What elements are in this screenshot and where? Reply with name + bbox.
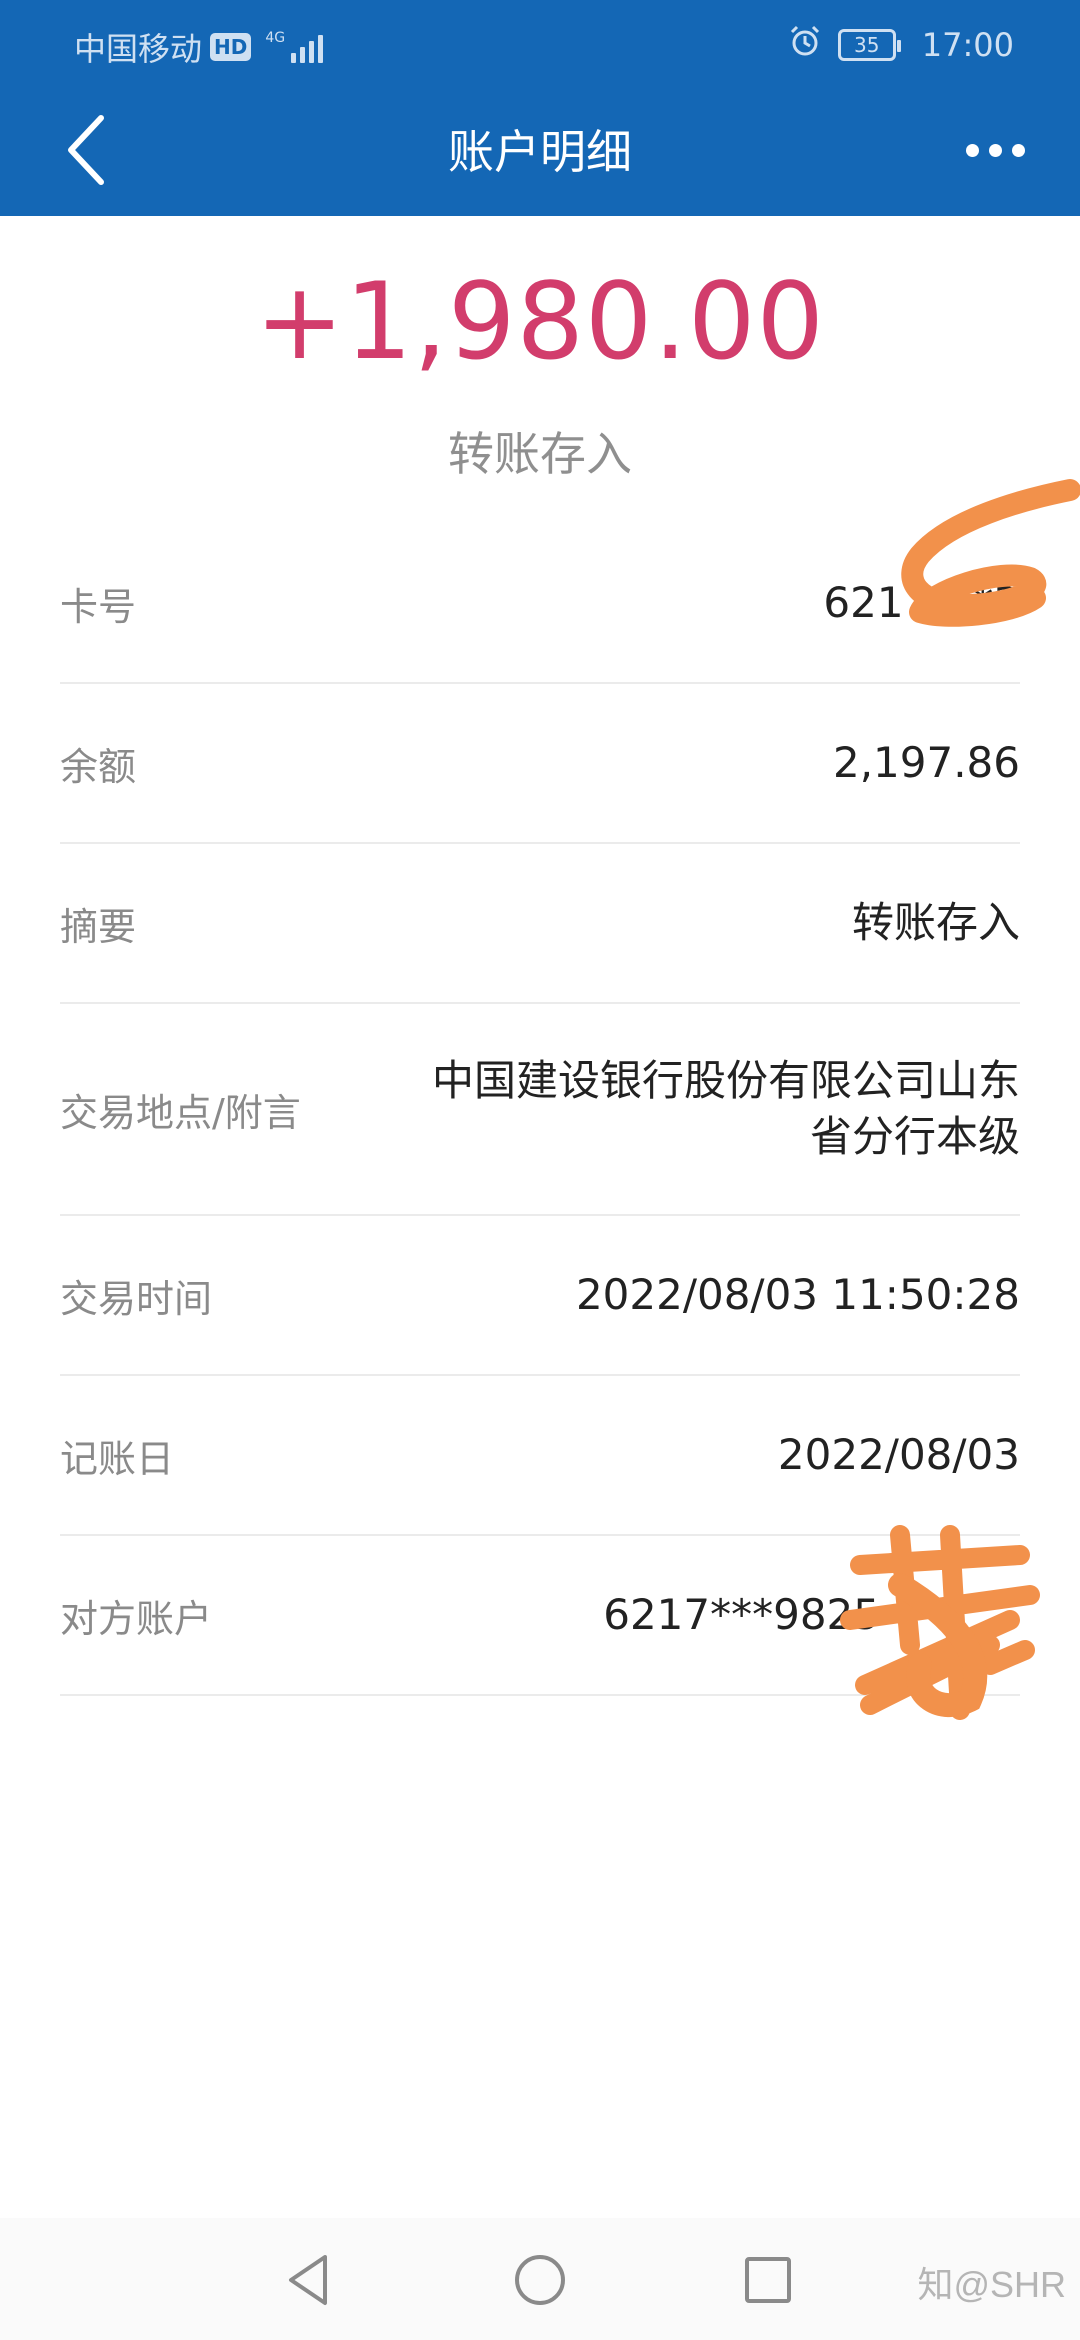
card-number-value: 6217***3	[823, 578, 1020, 627]
transaction-amount: +1,980.00	[255, 260, 825, 383]
detail-label: 交易时间	[60, 1276, 213, 1321]
more-dots-icon	[965, 143, 979, 157]
detail-row-location: 交易地点/附言 中国建设银行股份有限公司山东省分行本级	[60, 1004, 1020, 1216]
account-detail-screen: 中国移动 HD 4G 35 17:00 账户明细 +1,980.00 转账存入 …	[0, 0, 1080, 2340]
transaction-time-value: 2022/08/03 11:50:28	[575, 1270, 1020, 1319]
detail-label: 交易地点/附言	[60, 1090, 301, 1135]
detail-label: 记账日	[60, 1436, 175, 1481]
location-value: 中国建设银行股份有限公司山东省分行本级	[431, 1056, 1020, 1161]
top-bar: 中国移动 HD 4G 35 17:00 账户明细	[0, 0, 1080, 216]
signal-icon: 4G	[265, 30, 324, 63]
posting-date-value: 2022/08/03	[777, 1430, 1020, 1479]
triangle-back-icon	[289, 2255, 327, 2305]
transaction-type: 转账存入	[448, 427, 632, 481]
more-button[interactable]	[950, 110, 1040, 190]
status-bar: 中国移动 HD 4G 35 17:00	[0, 0, 1080, 90]
balance-value: 2,197.86	[832, 738, 1020, 787]
square-recents-icon	[745, 2257, 791, 2303]
network-type: 4G	[265, 30, 286, 46]
detail-row-balance: 余额 2,197.86	[60, 684, 1020, 844]
alarm-icon	[788, 24, 822, 66]
status-right: 35 17:00	[788, 24, 1014, 66]
app-bar: 账户明细	[0, 90, 1080, 216]
detail-row-posting-date: 记账日 2022/08/03	[60, 1376, 1020, 1536]
summary-value: 转账存入	[851, 898, 1020, 947]
hd-badge: HD	[210, 33, 252, 61]
battery-icon: 35	[837, 29, 901, 61]
detail-row-transaction-time: 交易时间 2022/08/03 11:50:28	[60, 1216, 1020, 1376]
detail-label: 卡号	[60, 584, 137, 629]
detail-row-counterparty: 对方账户 6217***9825	[60, 1536, 1020, 1696]
detail-label: 摘要	[60, 904, 137, 949]
status-left: 中国移动 HD 4G	[74, 24, 324, 70]
nav-back-button[interactable]	[268, 2240, 348, 2320]
clock: 17:00	[921, 26, 1014, 64]
page-title: 账户明细	[448, 125, 632, 179]
detail-row-card-number: 卡号 6217***3	[60, 524, 1020, 684]
counterparty-value: 6217***9825	[603, 1590, 880, 1639]
nav-home-button[interactable]	[500, 2240, 580, 2320]
carrier-name: 中国移动	[74, 30, 203, 68]
detail-label: 余额	[60, 744, 137, 789]
system-nav-bar: 知@SHR	[0, 2218, 1080, 2340]
watermark-text: 知@SHR	[917, 2264, 1066, 2305]
detail-list: 卡号 6217***3 余额 2,197.86 摘要 转账存入 交易地点/附言 …	[60, 524, 1020, 1696]
nav-recents-button[interactable]	[728, 2240, 808, 2320]
detail-label: 对方账户	[60, 1596, 213, 1641]
circle-home-icon	[515, 2255, 565, 2305]
detail-row-summary: 摘要 转账存入	[60, 844, 1020, 1004]
